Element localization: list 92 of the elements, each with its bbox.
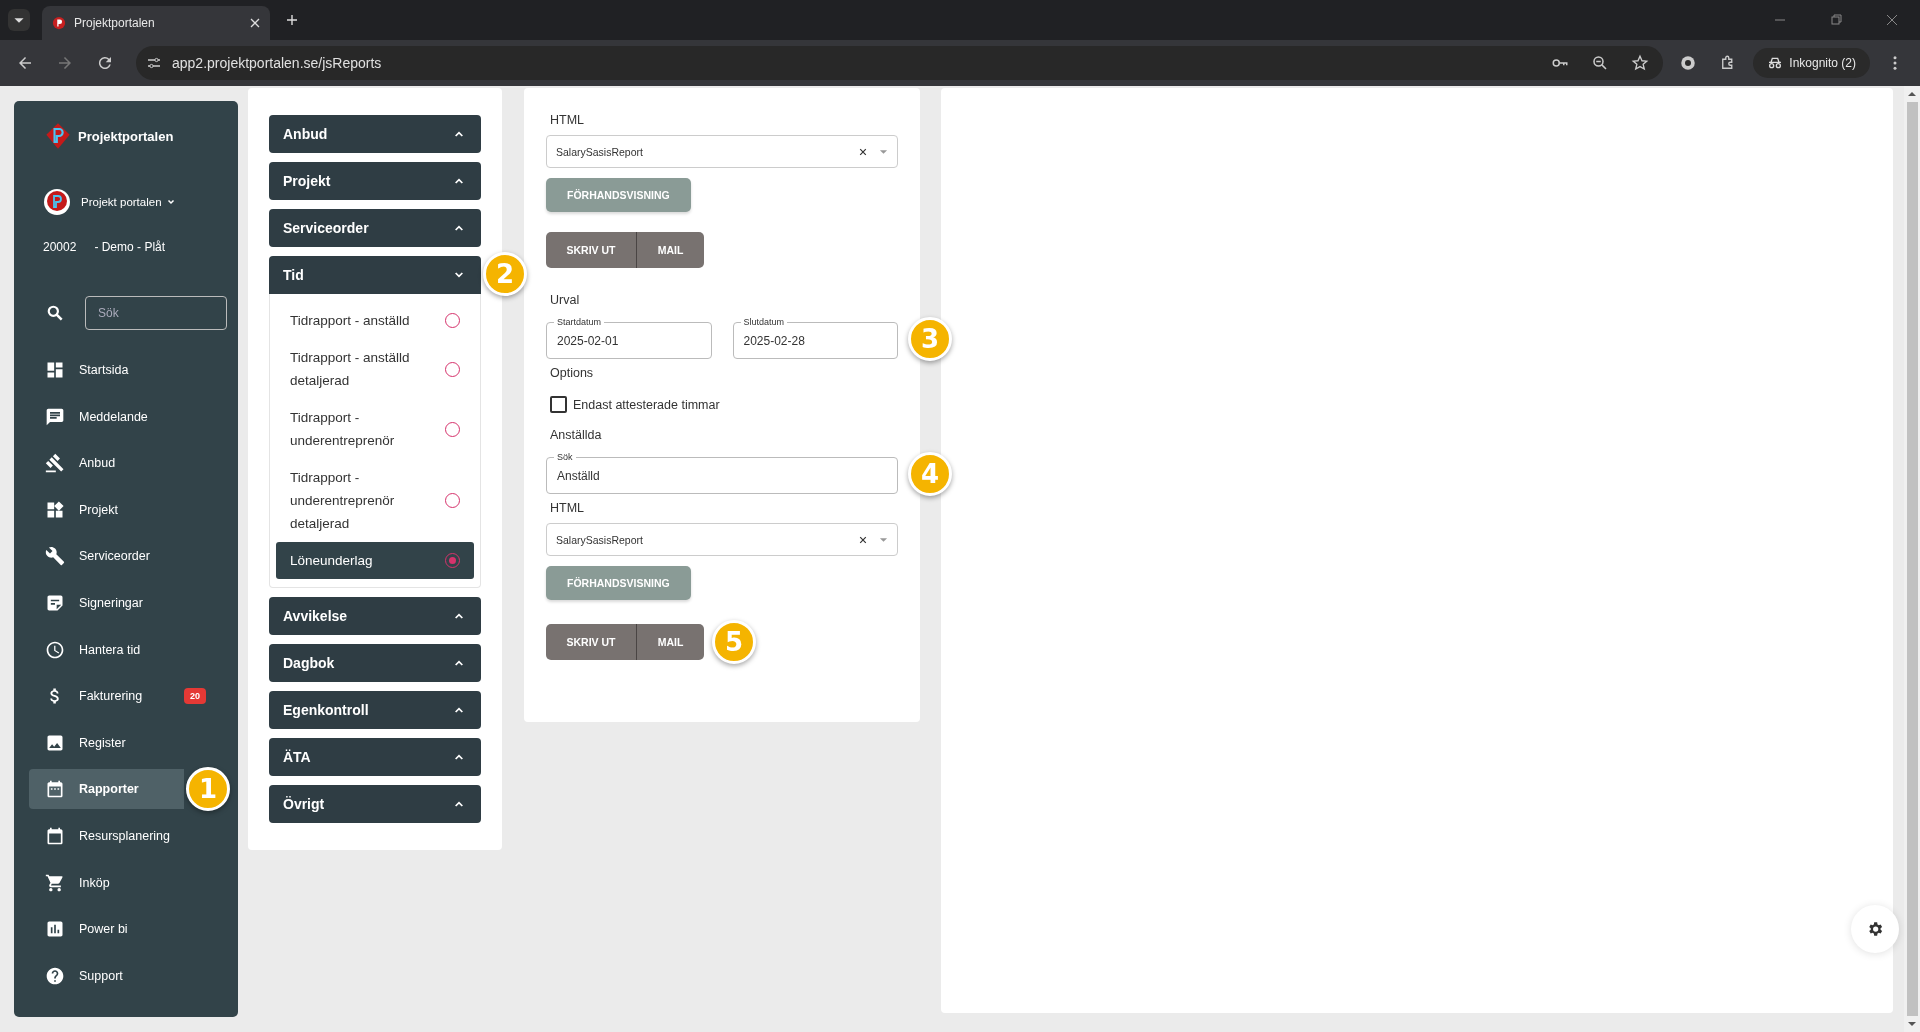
chart-icon	[45, 919, 65, 940]
incognito-icon	[1767, 55, 1784, 71]
clock-icon	[45, 639, 65, 660]
sidebar-item[interactable]: Support	[29, 955, 224, 996]
checkbox-label: Endast attesterade timmar	[573, 397, 720, 412]
project-number: 20002	[43, 240, 77, 254]
category-header[interactable]: Serviceorder	[269, 209, 481, 247]
site-info-icon[interactable]	[146, 55, 162, 71]
step-marker: 4	[908, 452, 952, 496]
date-field[interactable]: Slutdatum 2025-02-28	[732, 315, 898, 359]
tab-title: Projektportalen	[74, 16, 156, 30]
browser-tab[interactable]: Projektportalen	[42, 6, 270, 40]
date-field[interactable]: Startdatum 2025-02-01	[546, 315, 712, 359]
section-label: Urval	[549, 292, 581, 309]
search-icon	[45, 303, 65, 323]
calendar-icon	[45, 779, 65, 800]
section-label: HTML	[549, 112, 586, 129]
star-icon[interactable]	[1631, 54, 1650, 72]
url-text: app2.projektportalen.se/jsReports	[172, 55, 382, 71]
settings-button[interactable]	[1851, 905, 1899, 953]
report-option[interactable]: Löneunderlag	[276, 542, 474, 579]
project-name: - Demo - Plåt	[94, 240, 166, 254]
category-header[interactable]: Dagbok	[269, 644, 481, 682]
logo-icon	[44, 122, 72, 150]
account-dropdown[interactable]: Projekt portalen	[81, 196, 177, 208]
calendar-icon	[45, 825, 65, 846]
sidebar-item[interactable]: Anbud	[29, 443, 224, 484]
report-option[interactable]: Tidrapport - underentreprenör	[276, 399, 474, 459]
tab-list-icon[interactable]	[8, 9, 30, 31]
action-button[interactable]: SKRIV UT	[546, 624, 636, 660]
search-field[interactable]: Sök	[85, 296, 227, 330]
wrench-icon	[45, 546, 65, 567]
sidebar-item[interactable]: Signeringar	[29, 582, 224, 623]
profile-button[interactable]: Inkognito (2)	[1753, 48, 1870, 78]
step-marker: 3	[908, 317, 952, 361]
checkbox[interactable]	[550, 396, 567, 413]
category-header[interactable]: ÄTA	[269, 738, 481, 776]
brand-name: Projektportalen	[78, 128, 174, 144]
sidebar-item[interactable]: Meddelande	[29, 396, 224, 437]
forward-icon[interactable]	[56, 54, 74, 72]
sidebar-item[interactable]: Power bi	[29, 909, 224, 950]
section-label: Options	[549, 365, 595, 382]
action-button[interactable]: SKRIV UT	[546, 232, 636, 268]
report-select[interactable]: SalarySasisReport	[546, 135, 898, 168]
category-header[interactable]: Avvikelse	[269, 597, 481, 635]
scroll-up-icon[interactable]	[1907, 91, 1917, 97]
close-window-icon[interactable]	[1886, 14, 1898, 26]
scroll-down-icon[interactable]	[1907, 1021, 1917, 1027]
action-button[interactable]: MAIL	[636, 232, 704, 268]
widgets-icon	[45, 499, 65, 520]
clear-icon[interactable]	[859, 535, 867, 544]
report-option[interactable]: Tidrapport - anställd	[276, 302, 474, 339]
chat-icon	[45, 406, 65, 427]
section-label: HTML	[549, 500, 586, 517]
category-header[interactable]: Egenkontroll	[269, 691, 481, 729]
category-header[interactable]: Projekt	[269, 162, 481, 200]
gavel-icon	[45, 453, 65, 474]
new-tab-icon[interactable]	[286, 14, 298, 26]
sidebar-item[interactable]: Resursplanering	[29, 815, 224, 856]
section-label: Anställda	[549, 427, 603, 444]
sidebar-item[interactable]: Serviceorder	[29, 536, 224, 577]
clear-icon[interactable]	[859, 147, 867, 156]
step-marker: 5	[712, 620, 756, 664]
sidebar-item[interactable]: Hantera tid	[29, 629, 224, 670]
cart-icon	[45, 872, 65, 893]
employee-search-field[interactable]: Sök Anställd	[546, 450, 898, 494]
reload-icon[interactable]	[96, 54, 114, 72]
sidebar-item[interactable]: Rapporter	[29, 769, 184, 810]
action-button[interactable]: MAIL	[636, 624, 704, 660]
dashboard-icon	[45, 360, 65, 380]
logo-icon	[52, 16, 66, 30]
report-select[interactable]: SalarySasisReport	[546, 523, 898, 556]
restore-icon[interactable]	[1830, 14, 1842, 26]
address-bar[interactable]: app2.projektportalen.se/jsReports	[136, 46, 1664, 80]
report-option[interactable]: Tidrapport - anställd detaljerad	[276, 339, 474, 399]
category-header[interactable]: Anbud	[269, 115, 481, 153]
step-marker: 1	[186, 767, 230, 812]
sidebar-item[interactable]: Inköp	[29, 862, 224, 903]
close-icon[interactable]	[250, 18, 260, 28]
avatar-icon	[43, 188, 71, 216]
sidebar-item[interactable]: Startsida	[29, 350, 224, 390]
scrollbar[interactable]	[1904, 86, 1920, 1032]
report-option[interactable]: Tidrapport - underentreprenör detaljerad	[276, 459, 474, 542]
category-header[interactable]: Övrigt	[269, 785, 481, 823]
dropdown-icon[interactable]	[879, 148, 888, 155]
dropdown-icon[interactable]	[879, 536, 888, 543]
sidebar-item[interactable]: Register	[29, 722, 224, 763]
sidebar-item[interactable]: Fakturering 20	[29, 676, 224, 717]
sidebar-item[interactable]: Projekt	[29, 489, 224, 530]
help-icon	[45, 965, 65, 986]
count-badge: 20	[184, 688, 206, 705]
step-marker: 2	[483, 252, 527, 296]
